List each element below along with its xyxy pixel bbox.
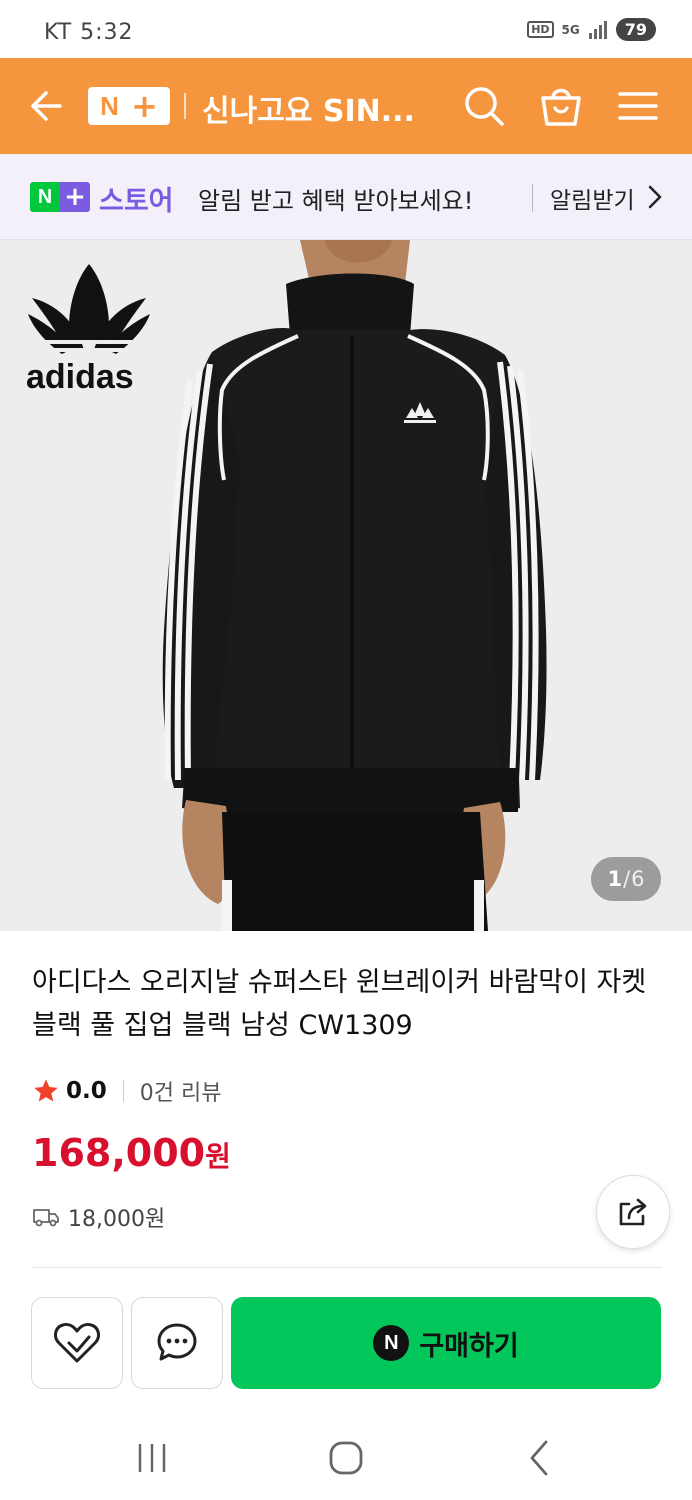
back-icon[interactable] bbox=[518, 1436, 562, 1480]
system-navigation-bar bbox=[0, 1414, 692, 1500]
naver-plus-logo[interactable]: N + bbox=[88, 87, 170, 125]
notification-promo-banner[interactable]: N + 스토어 알림 받고 혜택 받아보세요! 알림받기 bbox=[0, 154, 692, 240]
subscribe-alert-link[interactable]: 알림받기 bbox=[550, 181, 635, 215]
network-5g-icon: 5G bbox=[561, 22, 580, 37]
price-currency: 원 bbox=[205, 1140, 231, 1173]
product-name: 아디다스 오리지날 슈퍼스타 윈브레이커 바람막이 자켓 블랙 풀 집업 블랙 … bbox=[32, 967, 647, 1041]
shipping-fee: 18,000원 bbox=[68, 1207, 166, 1232]
status-bar: KT 5:32 HD 5G 79 bbox=[0, 0, 692, 58]
share-icon bbox=[619, 1198, 647, 1226]
buy-button[interactable]: N 구매하기 bbox=[231, 1297, 661, 1389]
store-title[interactable]: 신나고요 SIN... bbox=[202, 86, 415, 130]
back-arrow-icon[interactable] bbox=[26, 84, 66, 128]
carrier-time: KT 5:32 bbox=[44, 20, 134, 45]
chevron-right-icon[interactable] bbox=[647, 184, 663, 210]
image-page-counter: 1 / 6 bbox=[591, 857, 661, 901]
rating-score: 0.0 bbox=[66, 1078, 107, 1104]
rating-row[interactable]: 0.0 0건 리뷰 bbox=[32, 1075, 221, 1107]
status-icons: HD 5G 79 bbox=[527, 18, 656, 41]
product-image-gallery[interactable]: adidas 1 / 6 bbox=[0, 240, 692, 931]
chat-button[interactable] bbox=[131, 1297, 223, 1389]
app-header: N + 신나고요 SIN... bbox=[0, 58, 692, 154]
shipping-info: 18,000원 bbox=[32, 1201, 165, 1233]
wishlist-heart-icon bbox=[54, 1323, 100, 1363]
wishlist-button[interactable] bbox=[31, 1297, 123, 1389]
hd-voice-icon: HD bbox=[527, 21, 554, 38]
review-count[interactable]: 0건 리뷰 bbox=[140, 1075, 222, 1107]
shopping-bag-icon[interactable] bbox=[537, 82, 585, 130]
home-icon[interactable] bbox=[324, 1436, 368, 1480]
star-icon bbox=[34, 1079, 58, 1102]
share-button[interactable] bbox=[596, 1175, 670, 1249]
buy-button-label: 구매하기 bbox=[419, 1330, 519, 1362]
promo-message: 알림 받고 혜택 받아보세요! bbox=[198, 187, 474, 215]
promo-divider bbox=[532, 184, 533, 212]
adidas-logo-text: adidas bbox=[26, 358, 134, 394]
adidas-logo: adidas bbox=[26, 264, 150, 394]
naver-plus-badge: N + bbox=[30, 182, 90, 212]
header-divider bbox=[184, 93, 186, 119]
recent-apps-icon[interactable] bbox=[130, 1436, 174, 1480]
rating-divider bbox=[122, 1080, 124, 1102]
price-amount: 168,000 bbox=[32, 1131, 206, 1175]
battery-icon: 79 bbox=[615, 18, 656, 41]
chat-icon bbox=[157, 1323, 197, 1361]
product-price: 168,000원 bbox=[32, 1131, 231, 1175]
signal-icon bbox=[588, 20, 607, 39]
store-label: 스토어 bbox=[99, 186, 174, 217]
bottom-action-bar: N 구매하기 bbox=[0, 1276, 692, 1414]
search-icon[interactable] bbox=[460, 82, 508, 130]
naver-pay-icon: N bbox=[373, 1325, 410, 1361]
delivery-truck-icon bbox=[33, 1209, 59, 1227]
section-divider bbox=[32, 1267, 662, 1268]
menu-icon[interactable] bbox=[614, 82, 662, 130]
